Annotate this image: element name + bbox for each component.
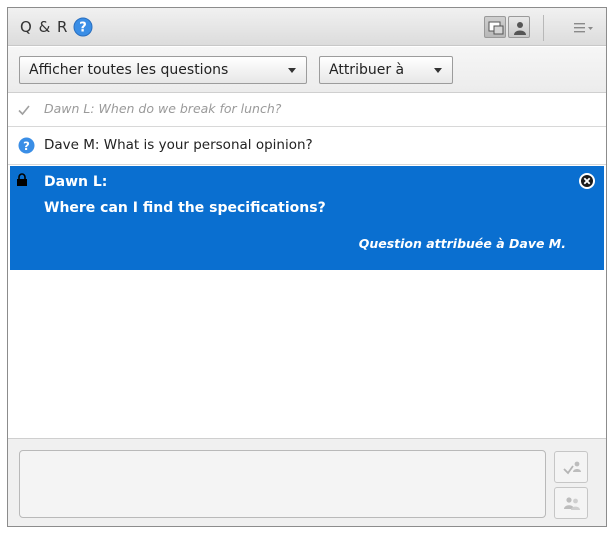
chevron-down-icon (434, 68, 442, 73)
close-icon[interactable] (578, 172, 596, 190)
send-answer-icon (563, 461, 581, 475)
question-filter-value: Afficher toutes les questions (29, 62, 229, 78)
help-icon[interactable]: ? (73, 17, 93, 37)
chevron-down-icon (288, 68, 296, 73)
participant-view-icon (514, 22, 526, 35)
presenter-view-button[interactable] (484, 16, 506, 38)
assign-dropdown-value: Attribuer à (329, 62, 405, 78)
question-row-selected[interactable]: Dawn L: Where can I find the specificati… (10, 166, 604, 270)
open-question-icon: ? (18, 137, 35, 154)
assign-dropdown[interactable]: Attribuer à (319, 56, 453, 84)
header-divider (543, 15, 544, 41)
presenter-view-icon (488, 21, 504, 35)
question-row-open[interactable]: ? Dave M: What is your personal opinion? (8, 127, 606, 165)
question-text: Dave M: What is your personal opinion? (44, 137, 313, 153)
qa-pod: Q & R ? Afficher toutes les questions At… (7, 7, 607, 527)
question-text: Dawn L: When do we break for lunch? (44, 101, 282, 116)
participant-view-button[interactable] (508, 16, 530, 38)
question-author: Dawn L: (44, 174, 108, 190)
checkmark-icon (18, 105, 30, 116)
pod-menu-icon[interactable] (573, 21, 595, 35)
send-answer-button[interactable] (554, 451, 588, 483)
question-filter-dropdown[interactable]: Afficher toutes les questions (19, 56, 307, 84)
question-text: Where can I find the specifications? (44, 200, 326, 216)
answer-composer (8, 438, 606, 526)
pod-title: Q & R (20, 18, 69, 36)
lock-icon (17, 173, 27, 186)
send-private-icon (564, 497, 580, 510)
answer-input[interactable] (19, 450, 546, 518)
filter-bar: Afficher toutes les questions Attribuer … (8, 47, 606, 93)
send-private-button[interactable] (554, 487, 588, 519)
assigned-status: Question attribuée à Dave M. (358, 236, 566, 251)
svg-text:?: ? (79, 21, 87, 36)
question-list-empty-area (8, 270, 606, 438)
question-row-answered[interactable]: Dawn L: When do we break for lunch? (8, 93, 606, 127)
svg-text:?: ? (23, 139, 30, 153)
pod-header: Q & R ? (8, 8, 606, 46)
